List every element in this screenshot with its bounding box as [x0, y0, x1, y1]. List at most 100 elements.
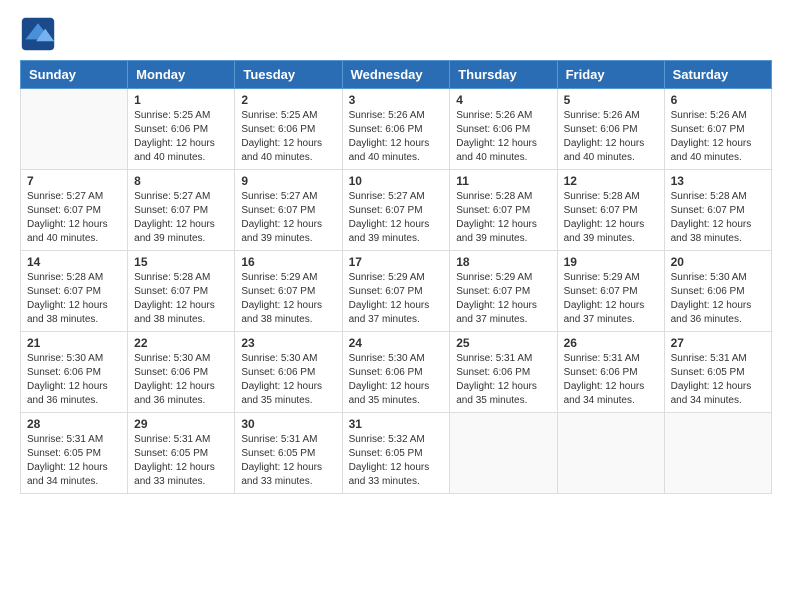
calendar-week-row: 7 Sunrise: 5:27 AM Sunset: 6:07 PM Dayli…	[21, 170, 772, 251]
calendar-cell: 15 Sunrise: 5:28 AM Sunset: 6:07 PM Dayl…	[128, 251, 235, 332]
day-number: 3	[349, 93, 444, 107]
day-number: 13	[671, 174, 765, 188]
day-number: 12	[564, 174, 658, 188]
day-number: 23	[241, 336, 335, 350]
calendar-cell: 18 Sunrise: 5:29 AM Sunset: 6:07 PM Dayl…	[450, 251, 557, 332]
day-number: 20	[671, 255, 765, 269]
day-info: Sunrise: 5:28 AM Sunset: 6:07 PM Dayligh…	[564, 190, 658, 246]
day-number: 17	[349, 255, 444, 269]
calendar-cell: 16 Sunrise: 5:29 AM Sunset: 6:07 PM Dayl…	[235, 251, 342, 332]
day-number: 5	[564, 93, 658, 107]
day-info: Sunrise: 5:30 AM Sunset: 6:06 PM Dayligh…	[134, 352, 228, 408]
day-number: 28	[27, 417, 121, 431]
day-info: Sunrise: 5:28 AM Sunset: 6:07 PM Dayligh…	[456, 190, 550, 246]
day-number: 30	[241, 417, 335, 431]
calendar-cell: 19 Sunrise: 5:29 AM Sunset: 6:07 PM Dayl…	[557, 251, 664, 332]
calendar-cell: 30 Sunrise: 5:31 AM Sunset: 6:05 PM Dayl…	[235, 413, 342, 494]
day-number: 6	[671, 93, 765, 107]
day-number: 8	[134, 174, 228, 188]
day-info: Sunrise: 5:30 AM Sunset: 6:06 PM Dayligh…	[671, 271, 765, 327]
day-header: Sunday	[21, 61, 128, 89]
calendar-cell: 1 Sunrise: 5:25 AM Sunset: 6:06 PM Dayli…	[128, 89, 235, 170]
calendar-cell: 28 Sunrise: 5:31 AM Sunset: 6:05 PM Dayl…	[21, 413, 128, 494]
calendar-cell	[450, 413, 557, 494]
calendar-cell: 23 Sunrise: 5:30 AM Sunset: 6:06 PM Dayl…	[235, 332, 342, 413]
calendar-week-row: 28 Sunrise: 5:31 AM Sunset: 6:05 PM Dayl…	[21, 413, 772, 494]
day-number: 14	[27, 255, 121, 269]
calendar-cell: 24 Sunrise: 5:30 AM Sunset: 6:06 PM Dayl…	[342, 332, 450, 413]
calendar-cell: 11 Sunrise: 5:28 AM Sunset: 6:07 PM Dayl…	[450, 170, 557, 251]
day-info: Sunrise: 5:26 AM Sunset: 6:06 PM Dayligh…	[349, 109, 444, 165]
day-number: 31	[349, 417, 444, 431]
day-info: Sunrise: 5:27 AM Sunset: 6:07 PM Dayligh…	[134, 190, 228, 246]
calendar-cell: 22 Sunrise: 5:30 AM Sunset: 6:06 PM Dayl…	[128, 332, 235, 413]
calendar-cell: 4 Sunrise: 5:26 AM Sunset: 6:06 PM Dayli…	[450, 89, 557, 170]
calendar-cell: 8 Sunrise: 5:27 AM Sunset: 6:07 PM Dayli…	[128, 170, 235, 251]
day-header: Monday	[128, 61, 235, 89]
logo	[20, 16, 62, 52]
calendar-header-row: SundayMondayTuesdayWednesdayThursdayFrid…	[21, 61, 772, 89]
day-info: Sunrise: 5:28 AM Sunset: 6:07 PM Dayligh…	[134, 271, 228, 327]
day-info: Sunrise: 5:32 AM Sunset: 6:05 PM Dayligh…	[349, 433, 444, 489]
day-number: 9	[241, 174, 335, 188]
day-info: Sunrise: 5:30 AM Sunset: 6:06 PM Dayligh…	[349, 352, 444, 408]
day-number: 25	[456, 336, 550, 350]
day-info: Sunrise: 5:31 AM Sunset: 6:06 PM Dayligh…	[456, 352, 550, 408]
day-info: Sunrise: 5:26 AM Sunset: 6:07 PM Dayligh…	[671, 109, 765, 165]
calendar-cell: 21 Sunrise: 5:30 AM Sunset: 6:06 PM Dayl…	[21, 332, 128, 413]
day-number: 18	[456, 255, 550, 269]
calendar-cell: 14 Sunrise: 5:28 AM Sunset: 6:07 PM Dayl…	[21, 251, 128, 332]
day-number: 7	[27, 174, 121, 188]
day-info: Sunrise: 5:27 AM Sunset: 6:07 PM Dayligh…	[27, 190, 121, 246]
day-info: Sunrise: 5:29 AM Sunset: 6:07 PM Dayligh…	[564, 271, 658, 327]
calendar-cell: 3 Sunrise: 5:26 AM Sunset: 6:06 PM Dayli…	[342, 89, 450, 170]
header	[20, 16, 772, 52]
calendar-cell: 26 Sunrise: 5:31 AM Sunset: 6:06 PM Dayl…	[557, 332, 664, 413]
day-header: Saturday	[664, 61, 771, 89]
calendar-cell: 6 Sunrise: 5:26 AM Sunset: 6:07 PM Dayli…	[664, 89, 771, 170]
day-number: 15	[134, 255, 228, 269]
day-info: Sunrise: 5:27 AM Sunset: 6:07 PM Dayligh…	[241, 190, 335, 246]
calendar-week-row: 14 Sunrise: 5:28 AM Sunset: 6:07 PM Dayl…	[21, 251, 772, 332]
day-header: Friday	[557, 61, 664, 89]
calendar-cell: 17 Sunrise: 5:29 AM Sunset: 6:07 PM Dayl…	[342, 251, 450, 332]
day-number: 27	[671, 336, 765, 350]
day-info: Sunrise: 5:30 AM Sunset: 6:06 PM Dayligh…	[241, 352, 335, 408]
day-info: Sunrise: 5:31 AM Sunset: 6:05 PM Dayligh…	[27, 433, 121, 489]
day-number: 1	[134, 93, 228, 107]
day-number: 2	[241, 93, 335, 107]
day-info: Sunrise: 5:29 AM Sunset: 6:07 PM Dayligh…	[349, 271, 444, 327]
logo-icon	[20, 16, 56, 52]
calendar-cell: 29 Sunrise: 5:31 AM Sunset: 6:05 PM Dayl…	[128, 413, 235, 494]
calendar-cell: 13 Sunrise: 5:28 AM Sunset: 6:07 PM Dayl…	[664, 170, 771, 251]
day-number: 22	[134, 336, 228, 350]
day-number: 4	[456, 93, 550, 107]
day-header: Thursday	[450, 61, 557, 89]
day-number: 26	[564, 336, 658, 350]
day-info: Sunrise: 5:28 AM Sunset: 6:07 PM Dayligh…	[27, 271, 121, 327]
day-number: 10	[349, 174, 444, 188]
day-info: Sunrise: 5:26 AM Sunset: 6:06 PM Dayligh…	[456, 109, 550, 165]
day-number: 29	[134, 417, 228, 431]
calendar-cell: 5 Sunrise: 5:26 AM Sunset: 6:06 PM Dayli…	[557, 89, 664, 170]
calendar-cell: 9 Sunrise: 5:27 AM Sunset: 6:07 PM Dayli…	[235, 170, 342, 251]
day-info: Sunrise: 5:29 AM Sunset: 6:07 PM Dayligh…	[456, 271, 550, 327]
calendar-cell: 7 Sunrise: 5:27 AM Sunset: 6:07 PM Dayli…	[21, 170, 128, 251]
day-info: Sunrise: 5:27 AM Sunset: 6:07 PM Dayligh…	[349, 190, 444, 246]
day-number: 11	[456, 174, 550, 188]
calendar-cell: 10 Sunrise: 5:27 AM Sunset: 6:07 PM Dayl…	[342, 170, 450, 251]
day-info: Sunrise: 5:26 AM Sunset: 6:06 PM Dayligh…	[564, 109, 658, 165]
calendar-cell	[664, 413, 771, 494]
day-info: Sunrise: 5:31 AM Sunset: 6:06 PM Dayligh…	[564, 352, 658, 408]
calendar-week-row: 1 Sunrise: 5:25 AM Sunset: 6:06 PM Dayli…	[21, 89, 772, 170]
calendar-week-row: 21 Sunrise: 5:30 AM Sunset: 6:06 PM Dayl…	[21, 332, 772, 413]
calendar-cell: 2 Sunrise: 5:25 AM Sunset: 6:06 PM Dayli…	[235, 89, 342, 170]
calendar-cell: 31 Sunrise: 5:32 AM Sunset: 6:05 PM Dayl…	[342, 413, 450, 494]
day-info: Sunrise: 5:29 AM Sunset: 6:07 PM Dayligh…	[241, 271, 335, 327]
calendar-cell	[21, 89, 128, 170]
day-info: Sunrise: 5:30 AM Sunset: 6:06 PM Dayligh…	[27, 352, 121, 408]
day-info: Sunrise: 5:31 AM Sunset: 6:05 PM Dayligh…	[134, 433, 228, 489]
day-info: Sunrise: 5:25 AM Sunset: 6:06 PM Dayligh…	[241, 109, 335, 165]
day-info: Sunrise: 5:31 AM Sunset: 6:05 PM Dayligh…	[241, 433, 335, 489]
calendar-cell	[557, 413, 664, 494]
